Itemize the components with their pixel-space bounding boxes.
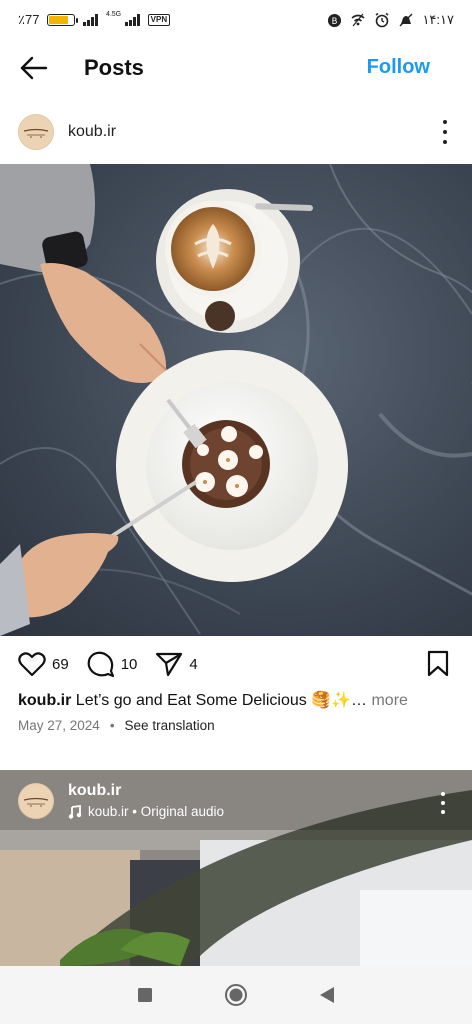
status-bar-right: B ۱۴:۱۷: [326, 12, 454, 28]
back-nav-button[interactable]: [307, 975, 347, 1015]
like-count: 69: [52, 655, 69, 673]
caption-username[interactable]: koub.ir: [18, 692, 71, 709]
system-nav-bar: [0, 966, 472, 1024]
svg-text:B: B: [332, 15, 338, 25]
share-count: 4: [189, 655, 198, 673]
post-actions: 69 10 4: [0, 648, 472, 680]
triangle-back-icon: [319, 987, 334, 1003]
reel-audio-text: koub.ir • Original audio: [88, 804, 225, 819]
recents-button[interactable]: [125, 975, 165, 1015]
see-translation-link[interactable]: See translation: [125, 718, 215, 733]
bookmark-icon: [427, 650, 449, 677]
save-button[interactable]: [426, 650, 450, 683]
battery-percent: ٪77: [18, 12, 40, 27]
heart-icon: [18, 652, 46, 677]
post-header: koub.ir: [0, 112, 472, 152]
post-date: May 27, 2024: [18, 718, 100, 733]
post-meta: May 27, 2024 • See translation: [18, 718, 215, 733]
meta-separator: •: [109, 718, 115, 733]
post-caption[interactable]: koub.ir Let’s go and Eat Some Delicious …: [18, 690, 458, 712]
alarm-icon: [374, 12, 390, 28]
signal-icon: [83, 14, 98, 26]
status-bar-left: ٪77 4.5G VPN: [18, 10, 171, 28]
square-icon: [138, 988, 153, 1002]
reel-header: koub.ir koub.ir • Original audio: [18, 782, 224, 819]
reel-avatar[interactable]: [18, 782, 54, 819]
more-options-icon[interactable]: [438, 120, 452, 144]
reel-preview[interactable]: koub.ir koub.ir • Original audio: [0, 770, 472, 966]
network-type-label: 4.5G: [105, 10, 122, 18]
clock: ۱۴:۱۷: [422, 12, 454, 27]
caption-more-link[interactable]: more: [367, 692, 407, 709]
post-username[interactable]: koub.ir: [68, 123, 116, 141]
reel-more-options-icon[interactable]: [436, 792, 450, 814]
home-button[interactable]: [216, 975, 256, 1015]
music-note-icon: [68, 804, 82, 819]
status-bar: ٪77 4.5G VPN B ۱۴:۱۷: [0, 0, 472, 40]
like-button[interactable]: 69: [18, 651, 69, 677]
do-not-disturb-icon: [398, 12, 414, 28]
comment-icon: [87, 651, 114, 678]
post-image[interactable]: [0, 164, 472, 636]
vpn-badge: VPN: [147, 14, 171, 26]
reel-username[interactable]: koub.ir: [68, 782, 224, 800]
battery-icon: [47, 14, 79, 26]
comment-count: 10: [120, 655, 138, 673]
share-button[interactable]: 4: [155, 651, 198, 677]
comment-button[interactable]: 10: [87, 650, 138, 678]
wifi-off-icon: [350, 12, 366, 28]
send-icon: [156, 652, 183, 677]
circle-icon: [224, 984, 247, 1006]
signal-icon-2: [125, 14, 140, 26]
data-saver-icon: B: [326, 12, 342, 28]
page-title: Posts: [84, 55, 144, 80]
top-app-bar: Posts Follow: [0, 40, 472, 96]
caption-text: Let’s go and Eat Some Delicious 🥞✨…: [71, 692, 368, 709]
reel-audio-link[interactable]: koub.ir • Original audio: [68, 804, 224, 819]
follow-button[interactable]: Follow: [367, 56, 430, 79]
arrow-left-icon: [20, 56, 48, 80]
back-button[interactable]: [6, 40, 62, 96]
avatar[interactable]: [18, 114, 54, 150]
